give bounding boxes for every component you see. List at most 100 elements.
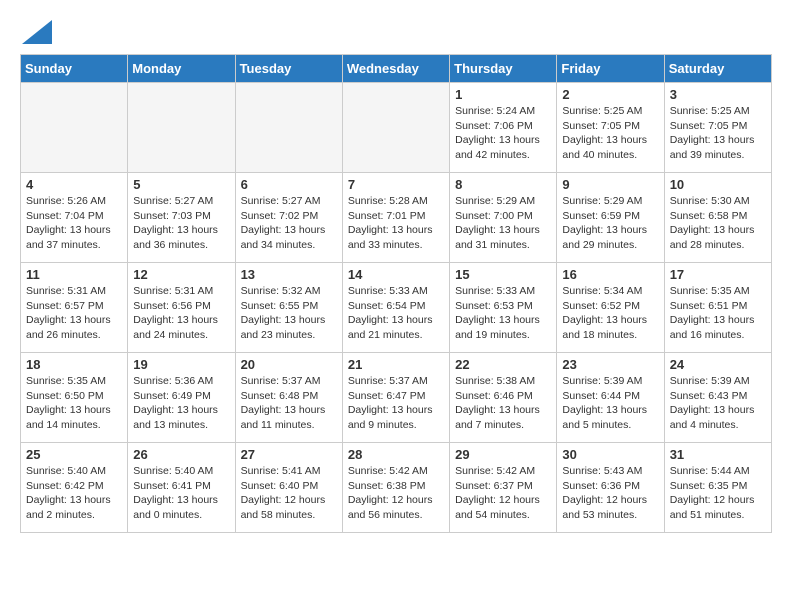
day-info: Sunrise: 5:27 AM Sunset: 7:03 PM Dayligh…	[133, 194, 229, 253]
day-number: 20	[241, 357, 337, 372]
day-number: 16	[562, 267, 658, 282]
day-info: Sunrise: 5:40 AM Sunset: 6:41 PM Dayligh…	[133, 464, 229, 523]
calendar-cell: 23 Sunrise: 5:39 AM Sunset: 6:44 PM Dayli…	[557, 353, 664, 443]
day-info: Sunrise: 5:39 AM Sunset: 6:44 PM Dayligh…	[562, 374, 658, 433]
calendar-cell: 5 Sunrise: 5:27 AM Sunset: 7:03 PM Daylig…	[128, 173, 235, 263]
day-info: Sunrise: 5:31 AM Sunset: 6:57 PM Dayligh…	[26, 284, 122, 343]
day-number: 18	[26, 357, 122, 372]
day-number: 21	[348, 357, 444, 372]
day-info: Sunrise: 5:44 AM Sunset: 6:35 PM Dayligh…	[670, 464, 766, 523]
day-number: 29	[455, 447, 551, 462]
calendar-cell: 20 Sunrise: 5:37 AM Sunset: 6:48 PM Dayli…	[235, 353, 342, 443]
day-info: Sunrise: 5:29 AM Sunset: 6:59 PM Dayligh…	[562, 194, 658, 253]
day-number: 15	[455, 267, 551, 282]
calendar-cell: 16 Sunrise: 5:34 AM Sunset: 6:52 PM Dayli…	[557, 263, 664, 353]
day-number: 19	[133, 357, 229, 372]
day-info: Sunrise: 5:43 AM Sunset: 6:36 PM Dayligh…	[562, 464, 658, 523]
calendar-cell: 13 Sunrise: 5:32 AM Sunset: 6:55 PM Dayli…	[235, 263, 342, 353]
column-header-monday: Monday	[128, 55, 235, 83]
day-info: Sunrise: 5:29 AM Sunset: 7:00 PM Dayligh…	[455, 194, 551, 253]
calendar-cell	[21, 83, 128, 173]
day-number: 25	[26, 447, 122, 462]
day-number: 7	[348, 177, 444, 192]
calendar-cell: 25 Sunrise: 5:40 AM Sunset: 6:42 PM Dayli…	[21, 443, 128, 533]
column-header-friday: Friday	[557, 55, 664, 83]
day-info: Sunrise: 5:26 AM Sunset: 7:04 PM Dayligh…	[26, 194, 122, 253]
day-number: 9	[562, 177, 658, 192]
calendar-week-row: 11 Sunrise: 5:31 AM Sunset: 6:57 PM Dayli…	[21, 263, 772, 353]
day-number: 12	[133, 267, 229, 282]
calendar-cell: 17 Sunrise: 5:35 AM Sunset: 6:51 PM Dayli…	[664, 263, 771, 353]
day-number: 1	[455, 87, 551, 102]
calendar-cell: 1 Sunrise: 5:24 AM Sunset: 7:06 PM Daylig…	[450, 83, 557, 173]
day-info: Sunrise: 5:30 AM Sunset: 6:58 PM Dayligh…	[670, 194, 766, 253]
calendar-cell: 29 Sunrise: 5:42 AM Sunset: 6:37 PM Dayli…	[450, 443, 557, 533]
day-number: 23	[562, 357, 658, 372]
calendar-week-row: 1 Sunrise: 5:24 AM Sunset: 7:06 PM Daylig…	[21, 83, 772, 173]
day-number: 10	[670, 177, 766, 192]
day-number: 31	[670, 447, 766, 462]
day-number: 27	[241, 447, 337, 462]
column-header-sunday: Sunday	[21, 55, 128, 83]
calendar-week-row: 18 Sunrise: 5:35 AM Sunset: 6:50 PM Dayli…	[21, 353, 772, 443]
calendar-cell: 15Sunrise: 5:33 AM Sunset: 6:53 PM Dayli…	[450, 263, 557, 353]
logo	[20, 20, 52, 44]
day-number: 24	[670, 357, 766, 372]
calendar-cell: 10 Sunrise: 5:30 AM Sunset: 6:58 PM Dayli…	[664, 173, 771, 263]
calendar-cell: 12Sunrise: 5:31 AM Sunset: 6:56 PM Dayli…	[128, 263, 235, 353]
day-info: Sunrise: 5:32 AM Sunset: 6:55 PM Dayligh…	[241, 284, 337, 343]
day-number: 3	[670, 87, 766, 102]
day-number: 4	[26, 177, 122, 192]
day-info: Sunrise: 5:24 AM Sunset: 7:06 PM Dayligh…	[455, 104, 551, 163]
calendar-cell: 6Sunrise: 5:27 AM Sunset: 7:02 PM Daylig…	[235, 173, 342, 263]
calendar-cell: 8Sunrise: 5:29 AM Sunset: 7:00 PM Daylig…	[450, 173, 557, 263]
calendar-cell: 14Sunrise: 5:33 AM Sunset: 6:54 PM Dayli…	[342, 263, 449, 353]
calendar-cell: 18 Sunrise: 5:35 AM Sunset: 6:50 PM Dayli…	[21, 353, 128, 443]
calendar-cell: 19 Sunrise: 5:36 AM Sunset: 6:49 PM Dayli…	[128, 353, 235, 443]
calendar-table: SundayMondayTuesdayWednesdayThursdayFrid…	[20, 54, 772, 533]
day-number: 28	[348, 447, 444, 462]
calendar-cell: 24 Sunrise: 5:39 AM Sunset: 6:43 PM Dayli…	[664, 353, 771, 443]
day-info: Sunrise: 5:36 AM Sunset: 6:49 PM Dayligh…	[133, 374, 229, 433]
calendar-cell	[235, 83, 342, 173]
day-info: Sunrise: 5:35 AM Sunset: 6:51 PM Dayligh…	[670, 284, 766, 343]
column-header-saturday: Saturday	[664, 55, 771, 83]
calendar-cell: 11 Sunrise: 5:31 AM Sunset: 6:57 PM Dayli…	[21, 263, 128, 353]
calendar-cell: 3 Sunrise: 5:25 AM Sunset: 7:05 PM Daylig…	[664, 83, 771, 173]
calendar-cell: 21 Sunrise: 5:37 AM Sunset: 6:47 PM Dayli…	[342, 353, 449, 443]
calendar-cell: 4 Sunrise: 5:26 AM Sunset: 7:04 PM Daylig…	[21, 173, 128, 263]
day-number: 13	[241, 267, 337, 282]
day-info: Sunrise: 5:37 AM Sunset: 6:48 PM Dayligh…	[241, 374, 337, 433]
calendar-cell: 27Sunrise: 5:41 AM Sunset: 6:40 PM Dayli…	[235, 443, 342, 533]
day-info: Sunrise: 5:34 AM Sunset: 6:52 PM Dayligh…	[562, 284, 658, 343]
page-header	[20, 20, 772, 44]
day-info: Sunrise: 5:35 AM Sunset: 6:50 PM Dayligh…	[26, 374, 122, 433]
calendar-cell	[128, 83, 235, 173]
day-info: Sunrise: 5:39 AM Sunset: 6:43 PM Dayligh…	[670, 374, 766, 433]
calendar-cell: 22Sunrise: 5:38 AM Sunset: 6:46 PM Dayli…	[450, 353, 557, 443]
day-number: 11	[26, 267, 122, 282]
column-header-thursday: Thursday	[450, 55, 557, 83]
day-info: Sunrise: 5:42 AM Sunset: 6:37 PM Dayligh…	[455, 464, 551, 523]
calendar-cell: 7 Sunrise: 5:28 AM Sunset: 7:01 PM Daylig…	[342, 173, 449, 263]
day-number: 14	[348, 267, 444, 282]
day-info: Sunrise: 5:38 AM Sunset: 6:46 PM Dayligh…	[455, 374, 551, 433]
column-header-tuesday: Tuesday	[235, 55, 342, 83]
calendar-cell: 28Sunrise: 5:42 AM Sunset: 6:38 PM Dayli…	[342, 443, 449, 533]
day-info: Sunrise: 5:37 AM Sunset: 6:47 PM Dayligh…	[348, 374, 444, 433]
calendar-cell	[342, 83, 449, 173]
day-info: Sunrise: 5:40 AM Sunset: 6:42 PM Dayligh…	[26, 464, 122, 523]
calendar-cell: 2 Sunrise: 5:25 AM Sunset: 7:05 PM Daylig…	[557, 83, 664, 173]
day-number: 2	[562, 87, 658, 102]
day-info: Sunrise: 5:25 AM Sunset: 7:05 PM Dayligh…	[562, 104, 658, 163]
calendar-week-row: 25 Sunrise: 5:40 AM Sunset: 6:42 PM Dayli…	[21, 443, 772, 533]
calendar-cell: 31 Sunrise: 5:44 AM Sunset: 6:35 PM Dayli…	[664, 443, 771, 533]
day-number: 17	[670, 267, 766, 282]
day-info: Sunrise: 5:28 AM Sunset: 7:01 PM Dayligh…	[348, 194, 444, 253]
day-info: Sunrise: 5:25 AM Sunset: 7:05 PM Dayligh…	[670, 104, 766, 163]
calendar-header-row: SundayMondayTuesdayWednesdayThursdayFrid…	[21, 55, 772, 83]
day-number: 5	[133, 177, 229, 192]
day-number: 30	[562, 447, 658, 462]
day-number: 6	[241, 177, 337, 192]
calendar-cell: 9 Sunrise: 5:29 AM Sunset: 6:59 PM Daylig…	[557, 173, 664, 263]
